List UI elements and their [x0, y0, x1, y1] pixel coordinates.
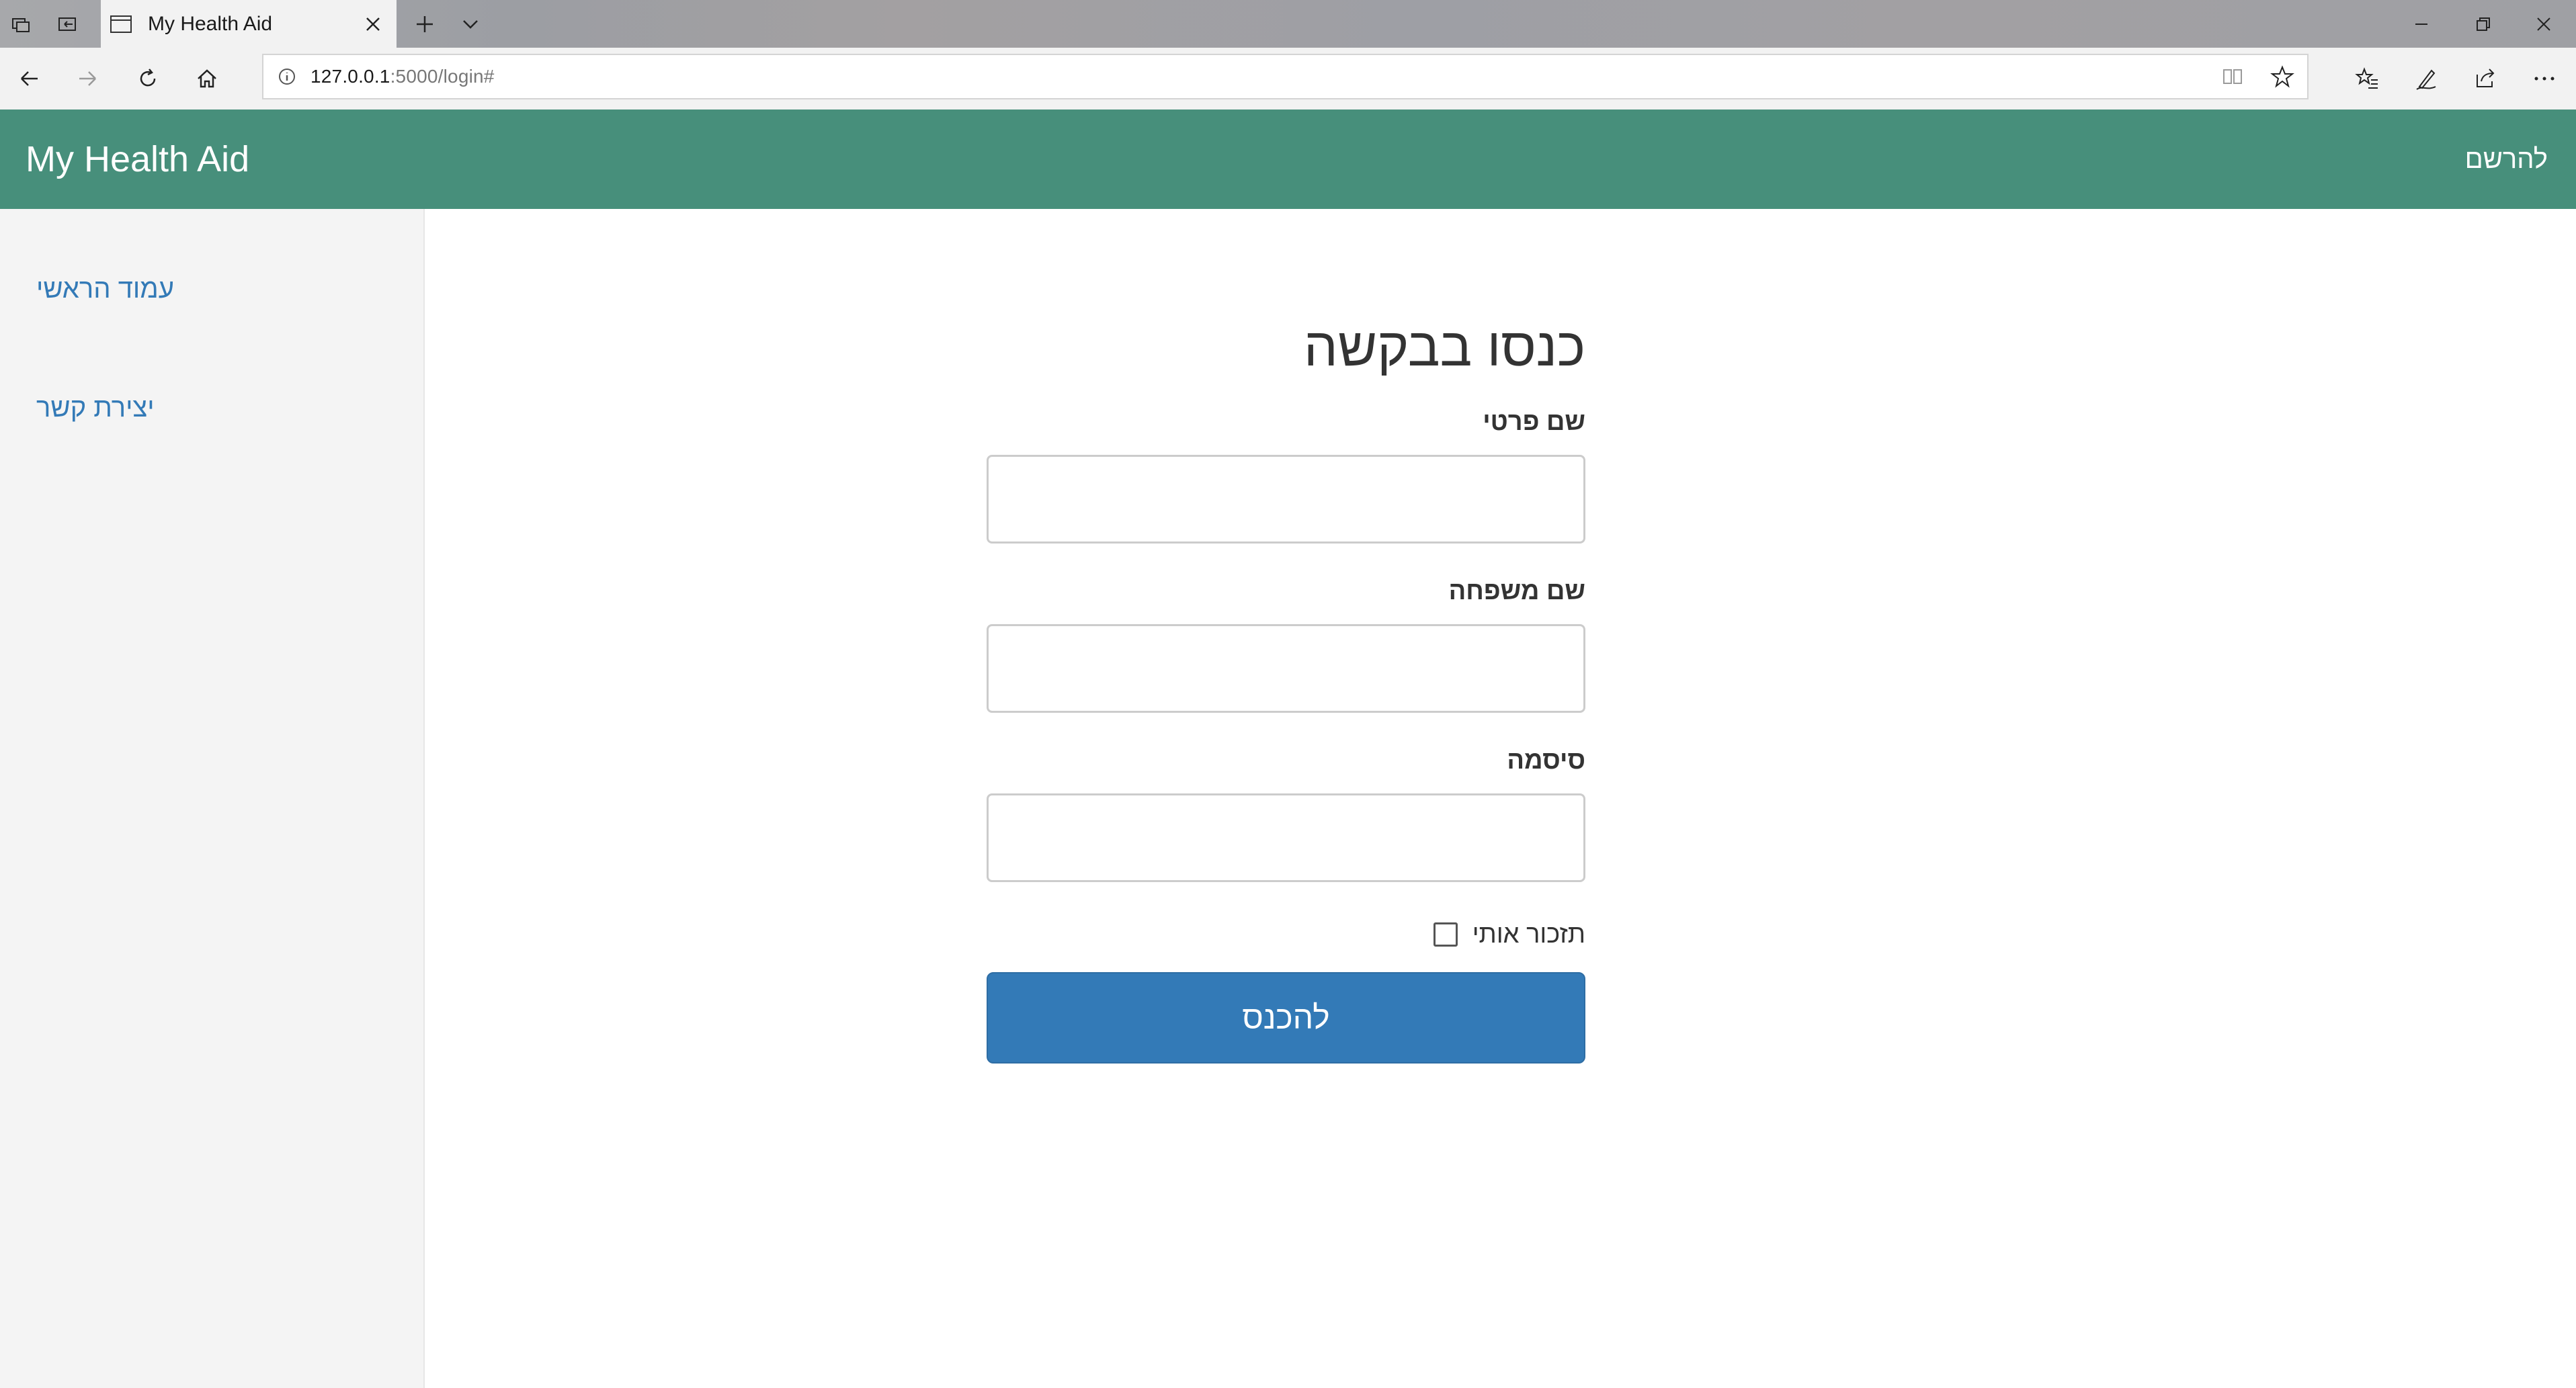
- minimize-icon[interactable]: [2391, 0, 2452, 48]
- remember-me-checkbox[interactable]: [1433, 922, 1458, 947]
- first-name-label: שם פרטי: [1483, 408, 1585, 436]
- tab-list-chevron-icon[interactable]: [449, 0, 492, 48]
- refresh-icon[interactable]: [118, 48, 177, 110]
- tab-title: My Health Aid: [148, 12, 273, 35]
- sidebar: עמוד הראשי יצירת קשר: [0, 209, 425, 1388]
- page-icon: [110, 15, 132, 33]
- login-button[interactable]: להכנס: [987, 972, 1585, 1064]
- more-options-icon[interactable]: [2515, 48, 2574, 110]
- active-tab[interactable]: My Health Aid: [101, 0, 397, 48]
- url-host: 127.0.0.1: [310, 66, 390, 87]
- url-path: :5000/login#: [390, 66, 495, 87]
- remember-me-row: תזכור אותי: [1433, 914, 1585, 955]
- sidebar-item-contact[interactable]: יצירת קשר: [36, 393, 155, 423]
- home-icon[interactable]: [177, 48, 237, 110]
- sidebar-item-home[interactable]: עמוד הראשי: [36, 274, 174, 304]
- password-field[interactable]: [987, 793, 1585, 882]
- close-window-icon[interactable]: [2513, 0, 2574, 48]
- url-text[interactable]: 127.0.0.1:5000/login#: [310, 66, 2208, 87]
- last-name-field[interactable]: [987, 624, 1585, 713]
- last-name-label: שם משפחה: [1448, 577, 1585, 605]
- register-link[interactable]: להרשם: [2465, 110, 2548, 209]
- back-arrow-icon[interactable]: [0, 48, 59, 110]
- favorites-hub-icon[interactable]: [2337, 48, 2397, 110]
- web-note-pen-icon[interactable]: [2397, 48, 2456, 110]
- address-bar[interactable]: 127.0.0.1:5000/login#: [262, 54, 2309, 99]
- browser-tab-strip: My Health Aid: [0, 0, 2576, 48]
- first-name-field[interactable]: [987, 455, 1585, 544]
- restore-icon[interactable]: [2453, 0, 2513, 48]
- browser-toolbar: 127.0.0.1:5000/login#: [0, 48, 2576, 110]
- login-form: כנסו בבקשה שם פרטי שם משפחה סיסמה תזכור …: [987, 209, 1585, 1150]
- forward-arrow-icon[interactable]: [58, 48, 117, 110]
- set-tabs-aside-icon[interactable]: [46, 0, 89, 48]
- remember-me-label: תזכור אותי: [1472, 920, 1585, 949]
- close-tab-icon[interactable]: [349, 0, 397, 48]
- password-label: סיסמה: [1507, 746, 1585, 775]
- brand-title[interactable]: My Health Aid: [26, 110, 249, 209]
- reading-view-icon[interactable]: [2208, 64, 2257, 89]
- share-icon[interactable]: [2456, 48, 2515, 110]
- favorite-star-icon[interactable]: [2257, 64, 2307, 89]
- page-title: כנסו בבקשה: [1304, 317, 1585, 377]
- new-tab-icon[interactable]: [403, 0, 446, 48]
- site-info-icon[interactable]: [263, 67, 310, 87]
- tab-groups-icon[interactable]: [0, 0, 43, 48]
- site-navbar: My Health Aid להרשם: [0, 110, 2576, 209]
